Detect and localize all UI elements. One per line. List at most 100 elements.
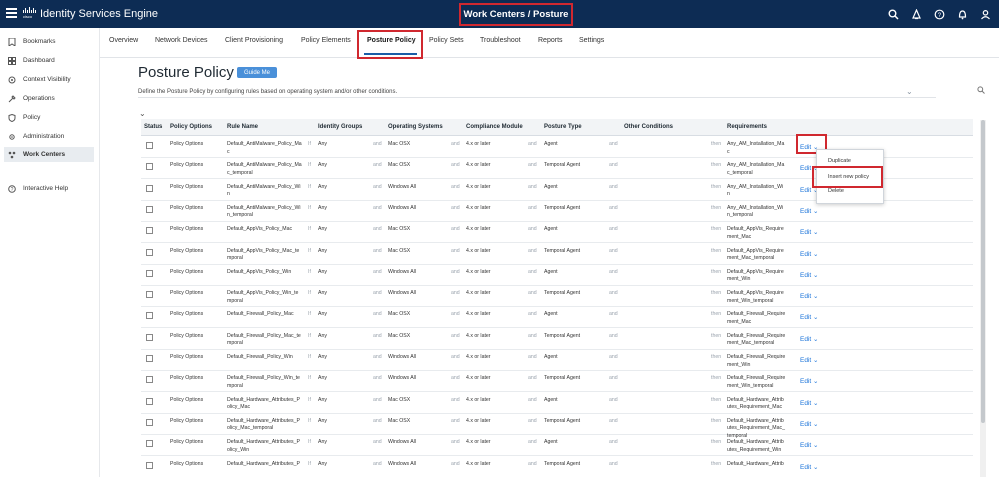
policy-options-link[interactable]: Policy Options — [170, 184, 203, 192]
status-checkbox[interactable] — [146, 461, 153, 469]
tab-client-provisioning[interactable]: Client Provisioning — [225, 37, 283, 44]
tab-overview[interactable]: Overview — [109, 37, 138, 44]
status-checkbox[interactable] — [146, 312, 153, 320]
edit-button[interactable]: Edit ⌄ — [800, 463, 818, 471]
edit-button[interactable]: Edit ⌄ — [800, 335, 818, 343]
status-checkbox[interactable] — [146, 397, 153, 405]
edit-label: Edit — [800, 207, 812, 215]
chevron-down-icon: ⌄ — [811, 293, 819, 301]
requirement-line: Default_Hardware_Attrib — [727, 460, 784, 467]
policy-options-link[interactable]: Policy Options — [170, 439, 203, 447]
status-checkbox[interactable] — [146, 355, 153, 362]
requirement-line: ment_Mac — [727, 318, 752, 325]
edit-button[interactable]: Edit ⌄ — [800, 250, 818, 258]
search-icon[interactable] — [977, 86, 985, 96]
status-checkbox[interactable] — [146, 142, 153, 149]
edit-label: Edit — [800, 271, 812, 279]
connector-and: and — [528, 204, 537, 211]
status-checkbox[interactable] — [146, 440, 153, 448]
connector-and: and — [528, 375, 537, 382]
edit-button[interactable]: Edit ⌄ — [800, 228, 818, 236]
sidebar-item-work-centers[interactable]: Work Centers — [4, 147, 94, 162]
connector-and: and — [609, 354, 618, 360]
chevron-down-icon[interactable]: ⌄ — [906, 87, 913, 96]
policy-options-link[interactable]: Policy Options — [170, 290, 203, 298]
sidebar-item-bookmarks[interactable]: Bookmarks — [4, 34, 94, 49]
chevron-down-icon: ⌄ — [811, 378, 819, 386]
edit-button[interactable]: Edit ⌄ — [800, 207, 818, 215]
status-checkbox[interactable] — [146, 269, 153, 277]
policy-options-link[interactable]: Policy Options — [170, 354, 203, 362]
policy-options-link[interactable]: Policy Options — [170, 311, 203, 319]
status-checkbox[interactable] — [146, 291, 153, 299]
status-checkbox[interactable] — [146, 163, 153, 171]
status-checkbox[interactable] — [146, 205, 153, 213]
status-checkbox[interactable] — [146, 248, 153, 256]
policy-options-link[interactable]: Policy Options — [170, 269, 203, 277]
requirement-line: c — [727, 148, 730, 155]
edit-button[interactable]: Edit ⌄ — [800, 420, 818, 428]
guide-me-button[interactable]: Guide Me — [237, 67, 277, 78]
edit-button[interactable]: Edit ⌄ — [800, 271, 818, 279]
edit-button[interactable]: Edit ⌄ — [800, 399, 818, 407]
edit-button[interactable]: Edit ⌄ — [800, 441, 818, 449]
connector-and: and — [609, 247, 618, 254]
connector-and: and — [609, 460, 618, 467]
policy-options-link[interactable]: Policy Options — [170, 397, 203, 405]
policy-options-link[interactable]: Policy Options — [170, 141, 203, 149]
tab-policy-elements[interactable]: Policy Elements — [301, 37, 351, 44]
edit-button[interactable]: Edit ⌄ — [800, 313, 818, 321]
menu-item-duplicate[interactable]: Duplicate — [828, 158, 851, 164]
tab-troubleshoot[interactable]: Troubleshoot — [480, 37, 521, 44]
edit-button[interactable]: Edit ⌄ — [800, 292, 818, 300]
column-header-compliance-module: Compliance Module — [466, 124, 523, 130]
status-checkbox[interactable] — [146, 227, 153, 235]
status-checkbox[interactable] — [146, 184, 153, 192]
tab-network-devices[interactable]: Network Devices — [155, 37, 208, 44]
status-checkbox[interactable] — [146, 376, 153, 384]
vertical-scrollbar[interactable] — [980, 120, 986, 477]
user-icon[interactable] — [977, 6, 993, 22]
connector-and: and — [528, 141, 537, 147]
policy-options-link[interactable]: Policy Options — [170, 248, 203, 256]
notification-icon[interactable] — [954, 6, 970, 22]
collapse-chevron-icon[interactable]: ⌄ — [139, 109, 146, 118]
connector-and: and — [451, 204, 460, 211]
menu-icon[interactable] — [6, 8, 17, 18]
search-icon[interactable] — [885, 6, 901, 22]
help-icon[interactable]: ? — [931, 6, 947, 22]
bell-icon[interactable] — [908, 6, 924, 22]
tab-reports[interactable]: Reports — [538, 37, 563, 44]
compliance-module: 4.x or later — [466, 354, 491, 360]
connector-and: and — [528, 332, 537, 339]
sidebar-item-policy[interactable]: Policy — [4, 110, 94, 125]
policy-options-link[interactable]: Policy Options — [170, 205, 203, 213]
menu-item-delete[interactable]: Delete — [828, 188, 844, 194]
sidebar-item-administration[interactable]: Administration — [4, 129, 94, 144]
edit-button[interactable]: Edit ⌄ — [800, 356, 818, 364]
policy-options-link[interactable]: Policy Options — [170, 333, 203, 341]
edit-button[interactable]: Edit ⌄ — [800, 377, 818, 385]
policy-options-link[interactable]: Policy Options — [170, 226, 203, 234]
rule-name-line: mporal — [227, 340, 243, 347]
sidebar-item-context-visibility[interactable]: Context Visibility — [4, 72, 94, 87]
sidebar-item-interactive-help[interactable]: ? Interactive Help — [4, 181, 94, 196]
tab-policy-sets[interactable]: Policy Sets — [429, 37, 464, 44]
policy-options-link[interactable]: Policy Options — [170, 375, 203, 383]
connector-if: If — [308, 375, 311, 382]
compliance-module: 4.x or later — [466, 162, 491, 169]
posture-type: Temporal Agent — [544, 375, 581, 382]
sidebar-item-operations[interactable]: Operations — [4, 91, 94, 106]
status-checkbox[interactable] — [146, 333, 153, 341]
policy-options-link[interactable]: Policy Options — [170, 418, 203, 426]
status-checkbox[interactable] — [146, 418, 153, 426]
sidebar-item-dashboard[interactable]: Dashboard — [4, 53, 94, 68]
operating-system: Mac OSX — [388, 247, 411, 254]
policy-options-link[interactable]: Policy Options — [170, 162, 203, 170]
requirement-line: utes_Requirement_Win — [727, 446, 782, 453]
scrollbar-thumb[interactable] — [981, 120, 985, 423]
connector-then: then — [711, 460, 722, 467]
tab-settings[interactable]: Settings — [579, 37, 604, 44]
rule-name-line: Default_AntiMalware_Policy_Ma — [227, 162, 302, 169]
policy-options-link[interactable]: Policy Options — [170, 461, 203, 469]
